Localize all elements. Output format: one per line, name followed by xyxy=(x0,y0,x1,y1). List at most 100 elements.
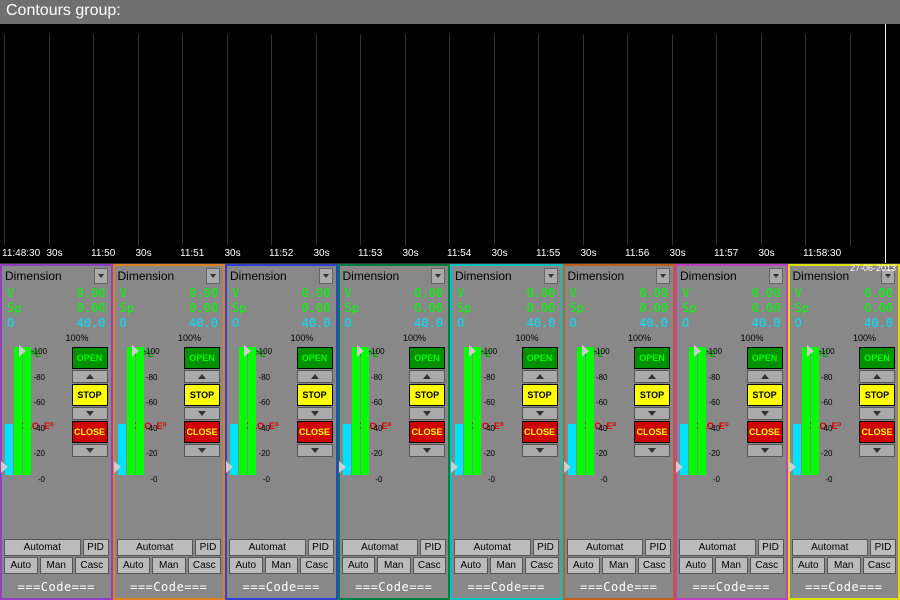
pid-button[interactable]: PID xyxy=(83,539,109,556)
open-button[interactable]: OPEN xyxy=(184,347,220,369)
auto-button[interactable]: Auto xyxy=(454,557,488,574)
auto-button[interactable]: Auto xyxy=(792,557,826,574)
meter-output[interactable] xyxy=(343,347,351,475)
open-button[interactable]: OPEN xyxy=(634,347,670,369)
decrement2-button[interactable] xyxy=(72,444,108,457)
stop-button[interactable]: STOP xyxy=(184,384,220,406)
pid-button[interactable]: PID xyxy=(420,539,446,556)
open-button[interactable]: OPEN xyxy=(72,347,108,369)
meter-sp[interactable] xyxy=(248,347,256,475)
decrement-button[interactable] xyxy=(297,407,333,420)
automat-button[interactable]: Automat xyxy=(117,539,194,556)
increment-button[interactable] xyxy=(184,370,220,383)
man-button[interactable]: Man xyxy=(40,557,74,574)
meter-output[interactable] xyxy=(230,347,238,475)
decrement-button[interactable] xyxy=(184,407,220,420)
auto-button[interactable]: Auto xyxy=(679,557,713,574)
meter-output[interactable] xyxy=(568,347,576,475)
stop-button[interactable]: STOP xyxy=(859,384,895,406)
increment-button[interactable] xyxy=(297,370,333,383)
open-button[interactable]: OPEN xyxy=(409,347,445,369)
meter-sp[interactable] xyxy=(23,347,31,475)
pid-button[interactable]: PID xyxy=(195,539,221,556)
man-button[interactable]: Man xyxy=(152,557,186,574)
automat-button[interactable]: Automat xyxy=(567,539,644,556)
decrement2-button[interactable] xyxy=(747,444,783,457)
increment-button[interactable] xyxy=(747,370,783,383)
close-button[interactable]: CLOSE xyxy=(859,421,895,443)
stop-button[interactable]: STOP xyxy=(634,384,670,406)
automat-button[interactable]: Automat xyxy=(679,539,756,556)
increment-button[interactable] xyxy=(522,370,558,383)
meter-sp[interactable] xyxy=(136,347,144,475)
decrement-button[interactable] xyxy=(634,407,670,420)
pid-button[interactable]: PID xyxy=(533,539,559,556)
meter-sp[interactable] xyxy=(811,347,819,475)
meter-value[interactable] xyxy=(127,347,135,475)
meter-output[interactable] xyxy=(118,347,126,475)
casc-button[interactable]: Casc xyxy=(525,557,559,574)
open-button[interactable]: OPEN xyxy=(859,347,895,369)
meter-output[interactable] xyxy=(793,347,801,475)
casc-button[interactable]: Casc xyxy=(863,557,897,574)
panel-menu-button[interactable] xyxy=(319,268,333,284)
casc-button[interactable]: Casc xyxy=(300,557,334,574)
man-button[interactable]: Man xyxy=(377,557,411,574)
automat-button[interactable]: Automat xyxy=(342,539,419,556)
auto-button[interactable]: Auto xyxy=(567,557,601,574)
increment-button[interactable] xyxy=(859,370,895,383)
meter-sp[interactable] xyxy=(586,347,594,475)
decrement-button[interactable] xyxy=(747,407,783,420)
casc-button[interactable]: Casc xyxy=(188,557,222,574)
panel-menu-button[interactable] xyxy=(94,268,108,284)
close-button[interactable]: CLOSE xyxy=(72,421,108,443)
automat-button[interactable]: Automat xyxy=(229,539,306,556)
increment-button[interactable] xyxy=(409,370,445,383)
open-button[interactable]: OPEN xyxy=(297,347,333,369)
man-button[interactable]: Man xyxy=(827,557,861,574)
stop-button[interactable]: STOP xyxy=(409,384,445,406)
decrement2-button[interactable] xyxy=(634,444,670,457)
auto-button[interactable]: Auto xyxy=(342,557,376,574)
man-button[interactable]: Man xyxy=(602,557,636,574)
panel-menu-button[interactable] xyxy=(656,268,670,284)
panel-menu-button[interactable] xyxy=(769,268,783,284)
decrement-button[interactable] xyxy=(72,407,108,420)
close-button[interactable]: CLOSE xyxy=(634,421,670,443)
decrement2-button[interactable] xyxy=(409,444,445,457)
meter-sp[interactable] xyxy=(698,347,706,475)
stop-button[interactable]: STOP xyxy=(747,384,783,406)
meter-output[interactable] xyxy=(5,347,13,475)
meter-value[interactable] xyxy=(352,347,360,475)
open-button[interactable]: OPEN xyxy=(747,347,783,369)
trend-graph[interactable]: 11:48:3030s11:5030s11:5130s11:5230s11:53… xyxy=(0,24,900,264)
stop-button[interactable]: STOP xyxy=(297,384,333,406)
decrement-button[interactable] xyxy=(409,407,445,420)
stop-button[interactable]: STOP xyxy=(522,384,558,406)
decrement2-button[interactable] xyxy=(859,444,895,457)
panel-menu-button[interactable] xyxy=(206,268,220,284)
auto-button[interactable]: Auto xyxy=(117,557,151,574)
auto-button[interactable]: Auto xyxy=(229,557,263,574)
increment-button[interactable] xyxy=(634,370,670,383)
casc-button[interactable]: Casc xyxy=(75,557,109,574)
close-button[interactable]: CLOSE xyxy=(184,421,220,443)
open-button[interactable]: OPEN xyxy=(522,347,558,369)
man-button[interactable]: Man xyxy=(490,557,524,574)
pid-button[interactable]: PID xyxy=(308,539,334,556)
pid-button[interactable]: PID xyxy=(870,539,896,556)
close-button[interactable]: CLOSE xyxy=(522,421,558,443)
panel-menu-button[interactable] xyxy=(431,268,445,284)
pid-button[interactable]: PID xyxy=(645,539,671,556)
automat-button[interactable]: Automat xyxy=(4,539,81,556)
meter-sp[interactable] xyxy=(473,347,481,475)
casc-button[interactable]: Casc xyxy=(413,557,447,574)
close-button[interactable]: CLOSE xyxy=(747,421,783,443)
meter-sp[interactable] xyxy=(361,347,369,475)
automat-button[interactable]: Automat xyxy=(454,539,531,556)
meter-value[interactable] xyxy=(14,347,22,475)
panel-menu-button[interactable] xyxy=(544,268,558,284)
pid-button[interactable]: PID xyxy=(758,539,784,556)
auto-button[interactable]: Auto xyxy=(4,557,38,574)
decrement2-button[interactable] xyxy=(522,444,558,457)
